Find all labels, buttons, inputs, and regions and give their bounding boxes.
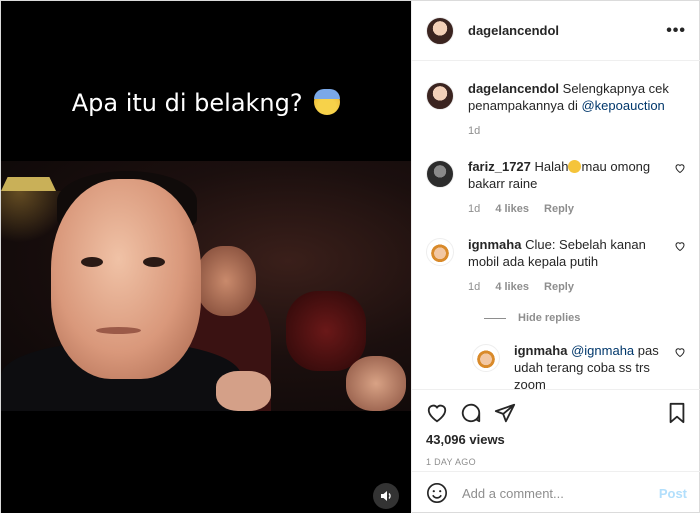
caption-comment: dagelancendol Selengkapnya cek penampaka…: [426, 80, 687, 140]
hide-replies-button[interactable]: Hide replies: [484, 312, 687, 324]
post-sidebar: dagelancendol ••• dagelancendol Selengka…: [411, 1, 700, 513]
more-options-icon[interactable]: •••: [666, 22, 686, 40]
comment-time: 1d: [468, 281, 481, 293]
views-count[interactable]: 43,096 views: [426, 432, 687, 447]
video-caption-text: Apa itu di belakng?: [71, 89, 303, 117]
comment-likes[interactable]: 4 likes: [495, 281, 529, 293]
rolling-laughing-emoji-icon: [568, 160, 582, 173]
comment-bubble-icon[interactable]: [460, 402, 482, 424]
video-caption: Apa itu di belakng?: [1, 89, 411, 117]
comment-username[interactable]: dagelancendol: [468, 81, 559, 96]
comment-username[interactable]: ignmaha: [468, 237, 521, 252]
comment-input[interactable]: [462, 485, 659, 501]
avatar[interactable]: [426, 160, 454, 188]
share-paper-plane-icon[interactable]: [494, 402, 516, 424]
add-comment-bar: Post: [412, 471, 700, 513]
motorbike: [286, 291, 366, 371]
comment-username[interactable]: ignmaha: [514, 343, 567, 358]
avatar[interactable]: [426, 238, 454, 266]
instagram-post-window: Apa itu di belakng? dagelancendol ••• da…: [0, 0, 700, 513]
post-header: dagelancendol •••: [412, 1, 700, 61]
post-button[interactable]: Post: [659, 486, 687, 501]
video-player[interactable]: Apa itu di belakng?: [1, 1, 411, 513]
speaker-icon[interactable]: [373, 483, 399, 509]
comment-username[interactable]: fariz_1727: [468, 159, 531, 174]
post-date: 1 DAY AGO: [426, 457, 476, 467]
like-heart-icon[interactable]: [673, 162, 687, 218]
comment-text: Halah: [534, 159, 569, 174]
background-person: [196, 246, 256, 316]
reply-item: ignmaha @ignmaha pas udah terang coba ss…: [472, 342, 687, 389]
post-username[interactable]: dagelancendol: [468, 23, 666, 38]
mention-link[interactable]: @kepoauction: [581, 98, 664, 113]
comment-time: 1d: [468, 203, 481, 215]
list-item: fariz_1727 Halah mau omong bakarr raine 1…: [426, 158, 687, 218]
fearful-face-emoji-icon: [314, 89, 341, 115]
avatar[interactable]: [426, 82, 454, 110]
hand: [216, 371, 271, 411]
reply-button[interactable]: Reply: [544, 281, 574, 293]
like-heart-icon[interactable]: [673, 346, 687, 389]
comments-list[interactable]: dagelancendol Selengkapnya cek penampaka…: [412, 62, 700, 389]
emoji-smiley-icon[interactable]: [426, 482, 448, 504]
reply-button[interactable]: Reply: [544, 203, 574, 215]
lamp-shade: [1, 177, 56, 191]
video-frame: [1, 161, 411, 411]
background-person-right: [346, 356, 406, 411]
list-item: ignmaha Clue: Sebelah kanan mobil ada ke…: [426, 236, 687, 296]
comment-time: 1d: [468, 125, 481, 137]
mention-link[interactable]: @ignmaha: [571, 343, 634, 358]
post-actions: 43,096 views 1 DAY AGO: [412, 389, 700, 471]
comment-likes[interactable]: 4 likes: [495, 203, 529, 215]
main-person-face: [51, 179, 201, 379]
like-heart-icon[interactable]: [673, 240, 687, 296]
bookmark-icon[interactable]: [667, 402, 687, 424]
hide-replies-label: Hide replies: [518, 312, 581, 324]
like-heart-icon[interactable]: [426, 402, 448, 424]
avatar[interactable]: [472, 344, 500, 372]
avatar[interactable]: [426, 16, 454, 45]
